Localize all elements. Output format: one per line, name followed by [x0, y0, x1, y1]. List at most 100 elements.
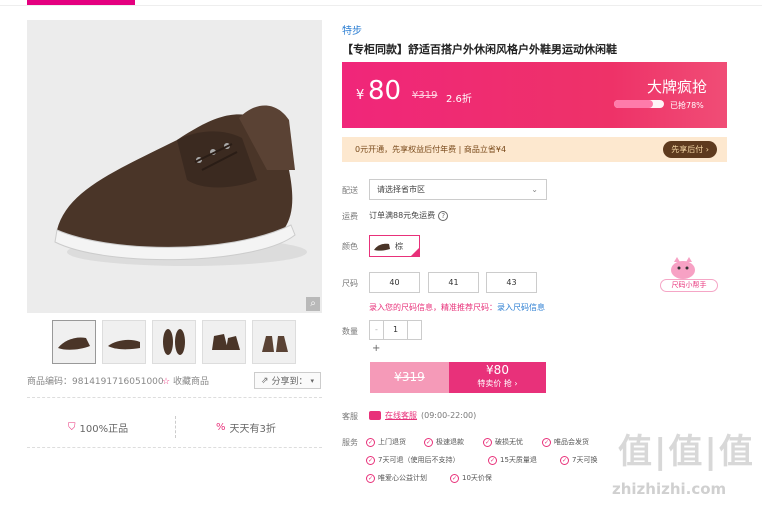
service-label: 客服 — [342, 412, 358, 421]
customer-service: 在线客服 (09:00-22:00) — [369, 410, 476, 421]
promo-strip: 0元开通，先享权益后付年费 | 商品立省¥4 先享后付 › — [342, 137, 727, 162]
shoe-image — [54, 105, 307, 266]
thumbnail-3[interactable] — [152, 320, 196, 364]
zoom-icon[interactable]: ⌕ — [306, 297, 320, 311]
thumbnail-4[interactable] — [202, 320, 246, 364]
quantity-plus-button[interactable]: + — [372, 343, 380, 354]
divider — [27, 447, 322, 448]
buy-original-price: ¥319 — [370, 362, 449, 393]
promise-label: 天天有3折 — [229, 424, 276, 435]
price-banner: ¥ 80 ¥319 2.6折 大牌疯抢 已抢78% — [342, 62, 727, 128]
thumbnail-5[interactable] — [252, 320, 296, 364]
thumbnail-strip — [52, 320, 296, 364]
guarantee-item: ✓ 上门退货 — [366, 437, 406, 447]
divider — [175, 416, 176, 438]
favorite-label: 收藏商品 — [172, 377, 209, 387]
promo-text: 0元开通，先享权益后付年费 | 商品立省¥4 — [355, 145, 507, 154]
buy-now-button[interactable]: ¥80 特卖价 抢 › — [449, 362, 546, 393]
guarantee-label: 7天可换 — [572, 456, 598, 464]
buy-price: ¥80 — [486, 363, 509, 377]
quantity-input[interactable]: 1 — [384, 320, 407, 340]
brand-link[interactable]: 特步 — [342, 22, 362, 37]
sold-progress-bar — [614, 100, 664, 108]
size-helper[interactable]: 尺码小帮手 — [660, 255, 718, 295]
favorite-button[interactable]: ☆ 收藏商品 — [162, 374, 209, 387]
product-code: 商品编码：9814191716051000 — [27, 374, 164, 387]
guarantee-item: ✓ 唯品会发货 — [542, 437, 589, 447]
check-icon: ✓ — [542, 437, 551, 447]
guarantee-item: ✓ 15天质量退 — [488, 455, 537, 465]
size-helper-label: 尺码小帮手 — [660, 279, 718, 292]
guarantee-label: 唯爱心公益计划 — [378, 474, 427, 482]
check-icon: ✓ — [366, 473, 375, 483]
shipping-label: 运费 — [342, 212, 358, 221]
sold-progress-label: 已抢78% — [670, 101, 704, 110]
top-nav-bar — [0, 0, 762, 6]
service-hours: (09:00-22:00) — [421, 411, 477, 420]
color-swatch-image — [374, 243, 390, 251]
color-option-brown[interactable]: 棕 — [369, 235, 420, 257]
guarantee-item: ✓ 7天可退（使用后不支持） — [366, 455, 459, 465]
thumbnail-1[interactable] — [52, 320, 96, 364]
shipping-text: 订单满88元免运费 — [369, 211, 436, 220]
size-option-43[interactable]: 43 — [486, 272, 537, 293]
chevron-down-icon: ▾ — [310, 376, 315, 385]
original-price: ¥319 — [412, 90, 438, 101]
pay-later-button[interactable]: 先享后付 › — [663, 141, 717, 158]
size-option-40[interactable]: 40 — [369, 272, 420, 293]
size-label: 尺码 — [342, 279, 358, 288]
size-info-link[interactable]: 录入尺码信息 — [497, 303, 545, 312]
watermark-site: zhizhizhi.com — [612, 480, 727, 498]
product-main-image[interactable]: ⌕ — [27, 20, 322, 313]
share-button[interactable]: ⇗ 分享到： ▾ — [254, 372, 321, 389]
guarantee-item: ✓ 唯爱心公益计划 — [366, 473, 427, 483]
check-icon: ✓ — [366, 455, 375, 465]
product-code-value: 9814191716051000 — [72, 377, 164, 387]
shoe-thumb-image — [262, 336, 288, 352]
guarantee-item: ✓ 10天价保 — [450, 473, 492, 483]
share-label: 分享到： — [271, 377, 308, 387]
region-select[interactable]: 请选择省市区 ⌄ — [369, 179, 547, 200]
guarantee-item: ✓ 极速退款 — [424, 437, 464, 447]
shoe-thumb-image — [163, 329, 185, 355]
size-hint-text: 录入您的尺码信息，精准推荐尺码： — [369, 303, 497, 312]
guarantee-label: 上门退货 — [378, 438, 406, 446]
buy-label-text: 特卖价 抢 — [477, 379, 512, 388]
active-tab-indicator — [27, 0, 135, 5]
check-icon: ✓ — [560, 455, 569, 465]
flash-sale-label: 大牌疯抢 — [646, 78, 707, 96]
star-icon: ☆ — [162, 377, 171, 387]
size-option-41[interactable]: 41 — [428, 272, 479, 293]
percent-icon: % — [216, 422, 226, 433]
online-service-link[interactable]: 在线客服 — [385, 410, 417, 421]
watermark-logo: 值|值|值 — [618, 432, 755, 472]
discount-badge: 2.6折 — [446, 94, 472, 105]
size-hint: 录入您的尺码信息，精准推荐尺码：录入尺码信息 — [369, 302, 545, 313]
quantity-minus-button[interactable]: - — [369, 320, 384, 340]
guarantee-label: 15天质量退 — [500, 456, 537, 464]
pay-later-label: 先享后付 — [671, 145, 704, 154]
color-option-label: 棕 — [395, 241, 403, 251]
buy-label: 特卖价 抢 › — [477, 379, 518, 388]
promise-label: 100%正品 — [79, 424, 129, 435]
check-icon: ✓ — [488, 455, 497, 465]
shoe-thumb-image — [212, 334, 240, 350]
guarantee-label: 10天价保 — [462, 474, 492, 482]
product-code-label: 商品编码： — [27, 377, 73, 387]
check-icon: ✓ — [366, 437, 375, 447]
help-icon[interactable]: ? — [438, 210, 449, 221]
chevron-down-icon: ⌄ — [531, 185, 538, 194]
guarantee-label: 7天可退（使用后不支持） — [378, 456, 460, 464]
shoe-thumb-image — [58, 337, 90, 350]
sold-progress-fill — [614, 100, 653, 108]
guarantee-label: 极速退款 — [436, 438, 464, 446]
discount-promise: % 天天有3折 — [216, 420, 276, 435]
quantity-stepper: - 1 — [369, 320, 422, 340]
selected-check-icon — [410, 247, 420, 257]
share-icon: ⇗ — [260, 375, 269, 386]
thumbnail-2[interactable] — [102, 320, 146, 364]
guarantees-label: 服务 — [342, 438, 358, 447]
product-title: 【专柜同款】舒适百搭户外休闲风格户外鞋男运动休闲鞋 — [342, 43, 617, 56]
shield-icon: ⛉ — [68, 422, 76, 433]
check-icon: ✓ — [483, 437, 492, 447]
